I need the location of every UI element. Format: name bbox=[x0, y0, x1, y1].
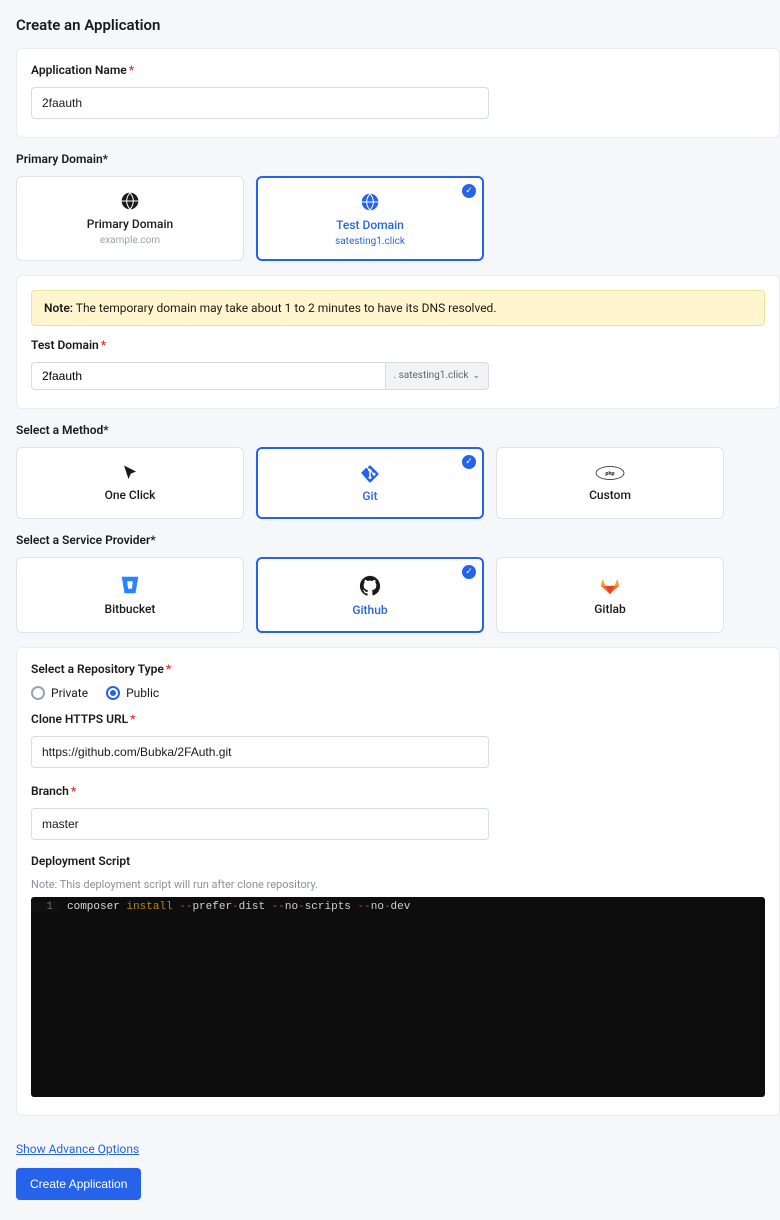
test-domain-panel: Note: The temporary domain may take abou… bbox=[16, 275, 780, 409]
cursor-icon bbox=[25, 464, 235, 482]
select-method-label: Select a Method* bbox=[16, 423, 780, 437]
app-name-input[interactable] bbox=[31, 87, 489, 119]
line-number: 1 bbox=[31, 901, 59, 913]
radio-icon bbox=[31, 686, 45, 700]
check-icon: ✓ bbox=[462, 565, 476, 579]
card-title: One Click bbox=[25, 488, 235, 502]
show-advance-options-link[interactable]: Show Advance Options bbox=[16, 1142, 139, 1156]
github-icon bbox=[266, 575, 474, 597]
test-domain-label: Test Domain* bbox=[31, 338, 765, 352]
globe-icon bbox=[266, 192, 474, 212]
note-bar: Note: The temporary domain may take abou… bbox=[31, 290, 765, 326]
repo-type-label: Select a Repository Type* bbox=[31, 662, 765, 676]
clone-url-label: Clone HTTPS URL* bbox=[31, 712, 765, 726]
deploy-script-note: Note: This deployment script will run af… bbox=[31, 878, 765, 891]
deploy-script-label: Deployment Script bbox=[31, 854, 765, 868]
card-title: Primary Domain bbox=[25, 217, 235, 231]
branch-input[interactable] bbox=[31, 808, 489, 840]
repo-type-public[interactable]: Public bbox=[106, 686, 159, 700]
card-title: Github bbox=[266, 603, 474, 617]
branch-label: Branch* bbox=[31, 784, 765, 798]
provider-bitbucket[interactable]: Bitbucket bbox=[16, 557, 244, 633]
primary-domain-card[interactable]: Primary Domain example.com bbox=[16, 176, 244, 261]
gitlab-icon bbox=[505, 574, 715, 596]
check-icon: ✓ bbox=[462, 184, 476, 198]
globe-icon bbox=[25, 191, 235, 211]
clone-url-input[interactable] bbox=[31, 736, 489, 768]
git-icon bbox=[266, 465, 474, 483]
test-domain-input[interactable] bbox=[31, 362, 385, 390]
method-one-click[interactable]: One Click bbox=[16, 447, 244, 519]
card-title: Test Domain bbox=[266, 218, 474, 232]
check-icon: ✓ bbox=[462, 455, 476, 469]
app-name-label: Application Name* bbox=[31, 63, 765, 77]
primary-domain-label: Primary Domain* bbox=[16, 152, 780, 166]
page-title: Create an Application bbox=[16, 16, 780, 34]
radio-icon bbox=[106, 686, 120, 700]
card-title: Bitbucket bbox=[25, 602, 235, 616]
provider-gitlab[interactable]: Gitlab bbox=[496, 557, 724, 633]
test-domain-suffix-select[interactable]: . satesting1.click ⌄ bbox=[385, 362, 490, 390]
app-name-panel: Application Name* bbox=[16, 48, 780, 138]
card-sub: example.com bbox=[25, 235, 235, 246]
repo-panel: Select a Repository Type* Private Public… bbox=[16, 647, 780, 1116]
card-sub: satesting1.click bbox=[266, 236, 474, 247]
chevron-down-icon: ⌄ bbox=[472, 363, 480, 389]
bitbucket-icon bbox=[25, 574, 235, 596]
card-title: Git bbox=[266, 489, 474, 503]
php-icon: php bbox=[505, 464, 715, 482]
create-application-button[interactable]: Create Application bbox=[16, 1168, 141, 1200]
select-provider-label: Select a Service Provider* bbox=[16, 533, 780, 547]
svg-text:php: php bbox=[605, 471, 614, 477]
test-domain-card[interactable]: ✓ Test Domain satesting1.click bbox=[256, 176, 484, 261]
repo-type-private[interactable]: Private bbox=[31, 686, 88, 700]
card-title: Gitlab bbox=[505, 602, 715, 616]
method-git[interactable]: ✓ Git bbox=[256, 447, 484, 519]
provider-github[interactable]: ✓ Github bbox=[256, 557, 484, 633]
deploy-script-editor[interactable]: 1 composer install --prefer-dist --no-sc… bbox=[31, 897, 765, 1097]
method-custom[interactable]: php Custom bbox=[496, 447, 724, 519]
code-line: composer install --prefer-dist --no-scri… bbox=[59, 901, 410, 913]
card-title: Custom bbox=[505, 488, 715, 502]
